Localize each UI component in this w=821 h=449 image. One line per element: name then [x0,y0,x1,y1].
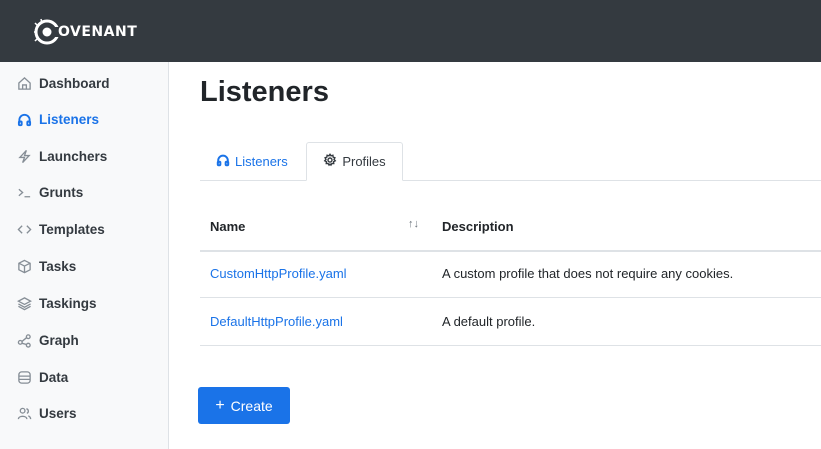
column-header-name[interactable]: Name [210,219,245,234]
sidebar-item-dashboard[interactable]: Dashboard [16,72,110,94]
column-header-description: Description [442,219,514,234]
sidebar-item-graph[interactable]: Graph [16,329,79,351]
sidebar-item-data[interactable]: Data [16,366,68,388]
create-button[interactable]: + Create [198,387,290,424]
covenant-logo[interactable]: OVENANT [32,17,137,47]
headphones-icon [216,153,235,170]
home-icon [16,75,32,91]
sidebar-item-label: Data [39,369,69,385]
page-title: Listeners [200,76,329,108]
tab-listeners[interactable]: Listeners [200,142,305,180]
gear-icon [323,153,342,170]
sidebar-item-taskings[interactable]: Taskings [16,292,97,314]
box-icon [16,258,32,274]
profile-description: A default profile. [442,314,536,329]
table-header: Name ↑↓ Description [200,202,821,252]
table-row: CustomHttpProfile.yaml A custom profile … [200,250,821,298]
sidebar-item-label: Grunts [39,184,84,200]
sidebar-item-users[interactable]: Users [16,402,77,424]
main-content: Listeners Listeners Profiles Name ↑↓ Des… [170,62,821,449]
headphones-icon [16,111,32,127]
tab-bar: Listeners Profiles [200,142,821,181]
sidebar-item-templates[interactable]: Templates [16,218,105,240]
plus-icon: + [215,396,225,414]
sidebar-item-label: Tasks [39,258,77,274]
database-icon [16,369,32,385]
profile-name-link[interactable]: DefaultHttpProfile.yaml [210,314,343,329]
tab-label: Profiles [342,154,386,169]
layers-icon [16,295,32,311]
table-row: DefaultHttpProfile.yaml A default profil… [200,298,821,346]
top-navbar: OVENANT [0,0,821,62]
code-icon [16,221,32,237]
tab-label: Listeners [235,153,288,169]
sidebar-item-label: Taskings [39,295,97,311]
sidebar-item-label: Launchers [39,148,108,164]
terminal-icon [16,184,32,200]
sidebar-item-label: Templates [39,221,105,237]
sidebar-item-grunts[interactable]: Grunts [16,181,83,203]
sidebar-item-tasks[interactable]: Tasks [16,255,76,277]
sidebar-item-label: Dashboard [39,75,110,91]
profile-name-link[interactable]: CustomHttpProfile.yaml [210,266,347,281]
sidebar-item-label: Users [39,405,77,421]
sidebar-item-launchers[interactable]: Launchers [16,145,107,167]
sidebar: Dashboard Listeners Launchers Grunts Tem… [0,62,169,449]
create-button-label: Create [230,397,273,414]
sort-icon[interactable]: ↑↓ [408,218,419,230]
sidebar-item-listeners[interactable]: Listeners [16,108,99,130]
sidebar-item-label: Graph [39,332,79,348]
users-icon [16,405,32,421]
lightning-icon [16,148,32,164]
tab-profiles[interactable]: Profiles [306,142,403,181]
profile-description: A custom profile that does not require a… [442,266,734,281]
logo-text: OVENANT [58,24,138,40]
sidebar-item-label: Listeners [39,111,100,127]
graph-icon [16,332,32,348]
